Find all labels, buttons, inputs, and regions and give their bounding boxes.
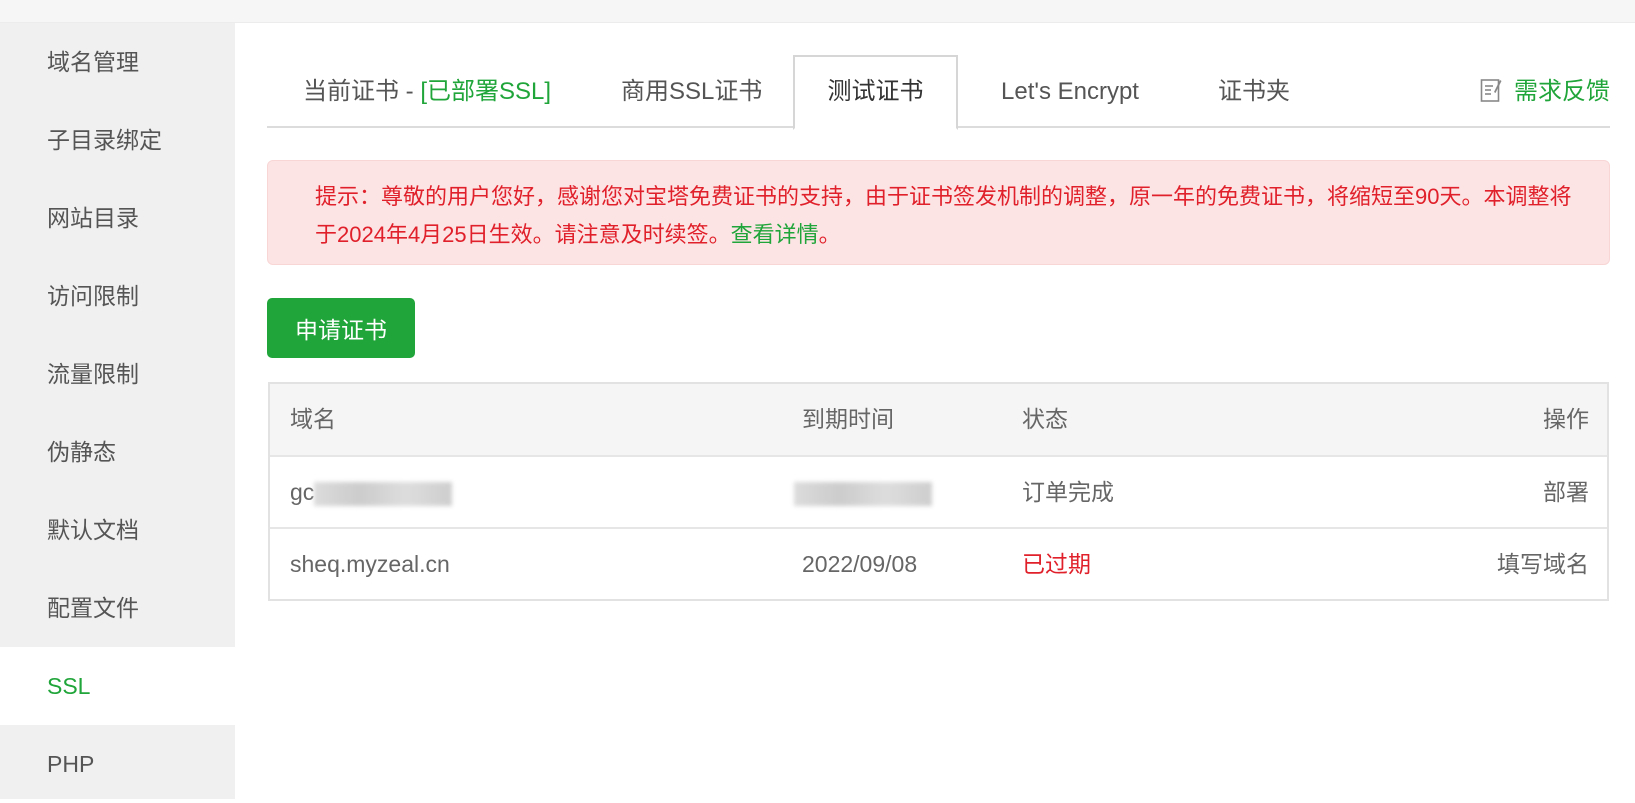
redacted-date bbox=[794, 481, 932, 506]
tab-current-label: 当前证书 - bbox=[303, 78, 421, 105]
table-row: gc 订单完成 部署 bbox=[270, 455, 1607, 527]
sidebar-item-php[interactable]: PHP bbox=[0, 725, 235, 803]
header-expire: 到期时间 bbox=[802, 406, 894, 432]
edit-note-icon bbox=[1480, 78, 1502, 102]
sidebar-item-domain-management[interactable]: 域名管理 bbox=[0, 23, 235, 101]
notice-details-link[interactable]: 查看详情 bbox=[731, 222, 819, 247]
row-status: 订单完成 bbox=[1022, 479, 1114, 505]
row-expire: 2022/09/08 bbox=[802, 551, 918, 577]
tab-commercial-ssl[interactable]: 商用SSL证书 bbox=[621, 55, 762, 128]
feedback-link[interactable]: 需求反馈 bbox=[1480, 55, 1610, 128]
sidebar-item-site-directory[interactable]: 网站目录 bbox=[0, 179, 235, 257]
sidebar-item-config-file[interactable]: 配置文件 bbox=[0, 569, 235, 647]
notice-banner: 提示：尊敬的用户您好，感谢您对宝塔免费证书的支持，由于证书签发机制的调整，原一年… bbox=[267, 160, 1610, 265]
row-expire bbox=[794, 457, 932, 527]
tab-lets-encrypt[interactable]: Let's Encrypt bbox=[1001, 55, 1139, 128]
header-action: 操作 bbox=[1543, 406, 1589, 432]
sidebar-item-access-limit[interactable]: 访问限制 bbox=[0, 257, 235, 335]
sidebar-item-subdirectory-binding[interactable]: 子目录绑定 bbox=[0, 101, 235, 179]
redacted-domain bbox=[314, 481, 453, 506]
row-domain: sheq.myzeal.cn bbox=[290, 551, 450, 577]
tab-cert-folder[interactable]: 证书夹 bbox=[1218, 55, 1290, 128]
apply-certificate-button[interactable]: 申请证书 bbox=[267, 298, 415, 358]
notice-text: 提示：尊敬的用户您好，感谢您对宝塔免费证书的支持，由于证书签发机制的调整，原一年… bbox=[315, 184, 1572, 247]
feedback-label: 需求反馈 bbox=[1514, 78, 1610, 105]
tab-current-certificate[interactable]: 当前证书 - [已部署SSL] bbox=[303, 55, 551, 128]
tab-test-certificate[interactable]: 测试证书 bbox=[793, 55, 958, 130]
sidebar: 域名管理 子目录绑定 网站目录 访问限制 流量限制 伪静态 默认文档 配置文件 … bbox=[0, 23, 235, 799]
sidebar-item-ssl[interactable]: SSL bbox=[0, 647, 235, 725]
table-row: sheq.myzeal.cn 2022/09/08 已过期 填写域名 bbox=[270, 527, 1607, 599]
header-status: 状态 bbox=[1022, 406, 1068, 432]
deploy-link[interactable]: 部署 bbox=[1543, 457, 1589, 527]
sidebar-item-rewrite[interactable]: 伪静态 bbox=[0, 413, 235, 491]
certificate-table: 域名 到期时间 状态 操作 gc 订单完成 部署 sheq.myzeal.cn … bbox=[268, 382, 1609, 601]
tab-current-status: [已部署SSL] bbox=[420, 78, 552, 105]
fill-domain-link[interactable]: 填写域名 bbox=[1497, 529, 1589, 599]
sidebar-item-traffic-limit[interactable]: 流量限制 bbox=[0, 335, 235, 413]
ssl-tab-bar: 当前证书 - [已部署SSL] 商用SSL证书 测试证书 Let's Encry… bbox=[267, 55, 1610, 130]
table-header: 域名 到期时间 状态 操作 bbox=[270, 384, 1607, 455]
sidebar-item-default-doc[interactable]: 默认文档 bbox=[0, 491, 235, 569]
row-domain: gc bbox=[290, 457, 453, 527]
notice-end: 。 bbox=[818, 222, 841, 247]
top-bar bbox=[0, 0, 1635, 23]
row-status: 已过期 bbox=[1022, 551, 1091, 577]
row-domain-text: gc bbox=[290, 479, 315, 505]
header-domain: 域名 bbox=[290, 406, 336, 432]
